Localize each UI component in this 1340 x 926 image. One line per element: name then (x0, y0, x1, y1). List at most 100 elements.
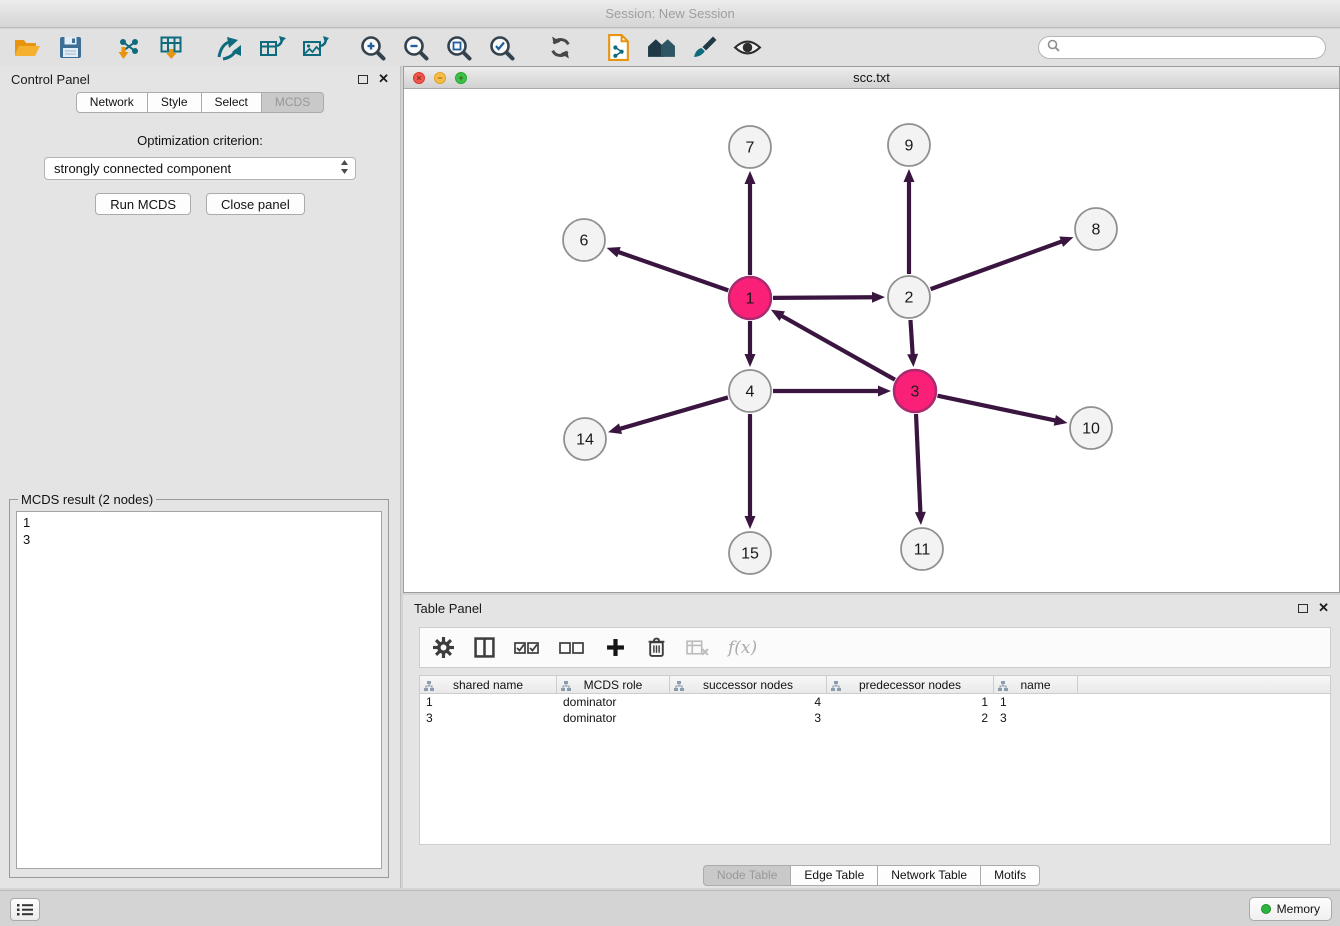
document-network-icon[interactable] (601, 31, 635, 65)
network-node-7[interactable]: 7 (729, 126, 771, 168)
column-header-successor-nodes[interactable]: successor nodes (670, 676, 827, 693)
gear-icon[interactable] (432, 635, 454, 661)
export-image-icon[interactable] (298, 31, 332, 65)
add-column-icon[interactable] (604, 635, 626, 661)
search-box[interactable] (1038, 36, 1326, 59)
network-edge-4-15[interactable] (745, 414, 756, 529)
control-tab-select[interactable]: Select (202, 92, 262, 113)
deselect-all-icon[interactable] (559, 635, 585, 661)
mcds-result-list[interactable]: 13 (16, 511, 382, 869)
column-type-icon (998, 680, 1008, 694)
close-panel-button[interactable]: Close panel (206, 193, 305, 215)
network-edge-1-7[interactable] (745, 171, 756, 275)
zoom-out-icon[interactable] (399, 31, 433, 65)
table-row[interactable]: 1dominator411 (420, 694, 1330, 710)
network-node-14[interactable]: 14 (564, 418, 606, 460)
column-type-icon (561, 680, 571, 694)
columns-icon[interactable] (473, 635, 495, 661)
control-tab-style[interactable]: Style (148, 92, 202, 113)
network-node-11[interactable]: 11 (901, 528, 943, 570)
network-edge-2-9[interactable] (904, 169, 915, 274)
table-cell: 4 (670, 695, 827, 709)
column-header-shared-name[interactable]: shared name (420, 676, 557, 693)
network-node-15[interactable]: 15 (729, 532, 771, 574)
mcds-result-item: 3 (23, 531, 375, 548)
minimize-window-icon[interactable]: − (434, 72, 446, 84)
zoom-fit-icon[interactable] (442, 31, 476, 65)
column-type-icon (674, 680, 684, 694)
houses-icon[interactable] (644, 31, 678, 65)
network-window-title: scc.txt (404, 70, 1339, 85)
column-header-mcds-role[interactable]: MCDS role (557, 676, 670, 693)
close-table-panel-icon[interactable]: ✕ (1318, 602, 1329, 614)
refresh-icon[interactable] (543, 31, 577, 65)
column-header-label: successor nodes (703, 678, 793, 692)
memory-button[interactable]: Memory (1249, 897, 1332, 921)
float-table-panel-icon[interactable] (1298, 604, 1308, 613)
select-all-icon[interactable] (514, 635, 540, 661)
network-edge-2-3[interactable] (907, 320, 918, 367)
network-node-8[interactable]: 8 (1075, 208, 1117, 250)
zoom-in-icon[interactable] (356, 31, 390, 65)
network-node-9[interactable]: 9 (888, 124, 930, 166)
mcds-result-title: MCDS result (2 nodes) (18, 492, 156, 507)
network-edge-3-11[interactable] (915, 414, 926, 525)
float-panel-icon[interactable] (358, 75, 368, 84)
zoom-selected-icon[interactable] (485, 31, 519, 65)
control-tab-network[interactable]: Network (76, 92, 148, 113)
table-row[interactable]: 3dominator323 (420, 710, 1330, 726)
network-canvas[interactable]: 7 9 6 8 1 2 4 3 14 10 15 11 (404, 89, 1339, 592)
import-table-icon[interactable] (154, 31, 188, 65)
network-edge-4-3[interactable] (773, 386, 891, 397)
column-header-name[interactable]: name (994, 676, 1078, 693)
network-node-6[interactable]: 6 (563, 219, 605, 261)
table-panel-header: Table Panel ✕ (403, 595, 1340, 621)
paintbrush-icon[interactable] (687, 31, 721, 65)
table-tab-edge-table[interactable]: Edge Table (791, 865, 878, 886)
node-label: 6 (580, 233, 589, 250)
table-cell: 3 (670, 711, 827, 725)
save-session-icon[interactable] (53, 31, 87, 65)
close-panel-icon[interactable]: ✕ (378, 73, 389, 85)
network-window-titlebar[interactable]: × − + scc.txt (404, 67, 1339, 89)
node-label: 2 (905, 290, 914, 307)
network-node-3[interactable]: 3 (894, 370, 936, 412)
column-header-label: shared name (453, 678, 523, 692)
network-node-1[interactable]: 1 (729, 277, 771, 319)
network-node-2[interactable]: 2 (888, 276, 930, 318)
memory-label: Memory (1277, 902, 1320, 916)
delete-column-icon[interactable] (645, 635, 667, 661)
close-window-icon[interactable]: × (413, 72, 425, 84)
network-edge-3-10[interactable] (938, 396, 1068, 426)
table-tab-node-table[interactable]: Node Table (703, 865, 792, 886)
network-edge-1-6[interactable] (607, 247, 729, 290)
delete-table-icon[interactable] (686, 635, 709, 661)
node-label: 1 (746, 291, 755, 308)
network-edge-2-8[interactable] (931, 236, 1074, 289)
eye-icon[interactable] (730, 31, 764, 65)
open-session-icon[interactable] (10, 31, 44, 65)
table-tab-motifs[interactable]: Motifs (981, 865, 1040, 886)
task-list-button[interactable] (10, 898, 40, 921)
network-edge-1-4[interactable] (745, 321, 756, 367)
table-header-row: shared name MCDS role successor nodes prede… (420, 676, 1330, 694)
network-table-icon[interactable] (255, 31, 289, 65)
search-input[interactable] (1065, 40, 1317, 55)
column-header-predecessor-nodes[interactable]: predecessor nodes (827, 676, 994, 693)
network-edge-4-14[interactable] (608, 397, 728, 434)
network-node-4[interactable]: 4 (729, 370, 771, 412)
table-tab-network-table[interactable]: Network Table (878, 865, 981, 886)
node-label: 9 (905, 138, 914, 155)
control-tab-mcds[interactable]: MCDS (262, 92, 324, 113)
network-edge-3-1[interactable] (771, 310, 895, 380)
maximize-window-icon[interactable]: + (455, 72, 467, 84)
table-toolbar: f(x) (419, 627, 1331, 668)
network-node-10[interactable]: 10 (1070, 407, 1112, 449)
run-mcds-button[interactable]: Run MCDS (95, 193, 191, 215)
node-label: 4 (746, 384, 755, 401)
import-network-icon[interactable] (111, 31, 145, 65)
network-arrows-icon[interactable] (212, 31, 246, 65)
function-icon[interactable]: f(x) (728, 635, 757, 661)
criterion-dropdown[interactable]: strongly connected component (44, 157, 356, 180)
network-edge-1-2[interactable] (773, 292, 885, 303)
